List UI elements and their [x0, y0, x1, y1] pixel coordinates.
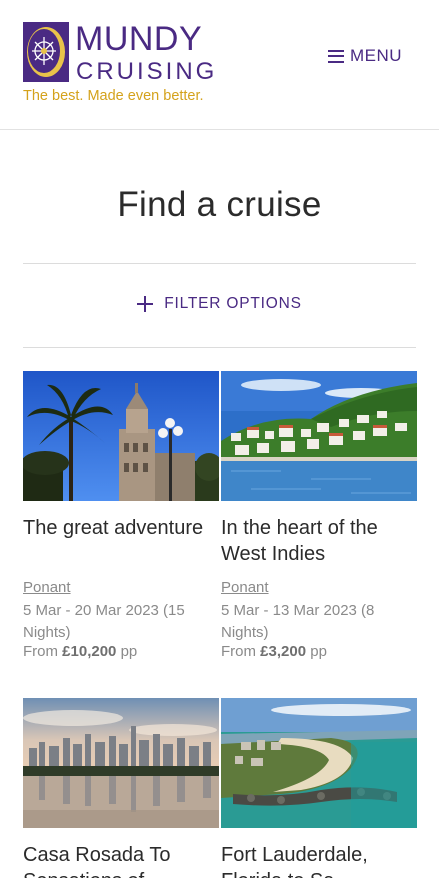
cruise-title[interactable]: In the heart of the West Indies: [221, 515, 417, 567]
cruise-image-caribbean-harbour-town[interactable]: [221, 371, 417, 501]
cruise-title[interactable]: Casa Rosada To Sensations of...: [23, 842, 219, 878]
compass-rose-icon: [23, 22, 69, 82]
cruise-dates: 5 Mar - 20 Mar 2023 (15 Nights): [23, 602, 185, 641]
divider: [23, 263, 416, 264]
price-amount: £3,200: [260, 643, 307, 660]
plus-icon: [137, 296, 154, 312]
logo-text-cruising: CRUISING: [76, 58, 218, 85]
price-prefix: From: [23, 643, 63, 660]
cruise-price: From £3,200 pp: [221, 643, 327, 660]
logo-text-mundy: MUNDY: [75, 20, 203, 58]
cruise-image-beach-coastline-aerial[interactable]: [221, 698, 417, 828]
cruise-title[interactable]: Fort Lauderdale, Florida to Sa...: [221, 842, 417, 878]
mundy-cruising-logo[interactable]: MUNDY CRUISING The best. Made even bette…: [23, 20, 223, 110]
cruise-image-city-skyline-lake[interactable]: [23, 698, 219, 828]
site-header: MUNDY CRUISING The best. Made even bette…: [0, 0, 439, 130]
cruise-operator-link[interactable]: Ponant: [23, 579, 71, 596]
cruise-dates: 5 Mar - 13 Mar 2023 (8 Nights): [221, 602, 375, 641]
price-amount: £10,200: [62, 643, 117, 660]
menu-label: MENU: [350, 46, 403, 65]
page-title: Find a cruise: [117, 185, 322, 224]
price-suffix: pp: [116, 643, 138, 660]
cruise-title[interactable]: The great adventure: [23, 515, 219, 541]
cruise-operator-link[interactable]: Ponant: [221, 579, 269, 596]
menu-button[interactable]: MENU: [328, 44, 402, 68]
hamburger-icon: [328, 49, 344, 63]
price-prefix: From: [221, 643, 261, 660]
price-suffix: pp: [306, 643, 327, 660]
cruise-image-palm-trees-cathedral[interactable]: [23, 371, 219, 501]
divider: [23, 347, 416, 348]
filter-options-label: FILTER OPTIONS: [164, 295, 302, 312]
filter-options-button[interactable]: FILTER OPTIONS: [0, 292, 439, 316]
cruise-price: From £10,200 pp: [23, 643, 137, 660]
logo-tagline: The best. Made even better.: [23, 88, 204, 104]
